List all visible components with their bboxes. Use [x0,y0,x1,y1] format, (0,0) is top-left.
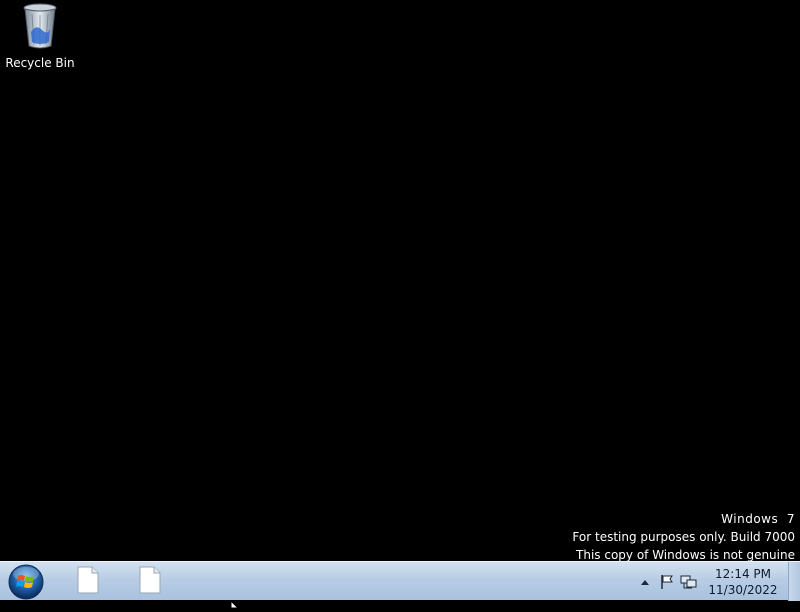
blank-document-icon [76,566,100,598]
taskbar-pinned-item-1[interactable] [60,565,116,599]
taskbar-pinned-item-2[interactable] [122,565,178,599]
recycle-bin-label: Recycle Bin [5,56,75,70]
watermark-build-text: For testing purposes only. Build 7000 [572,530,795,544]
mouse-cursor-icon [230,593,240,609]
system-clock[interactable]: 12:14 PM 11/30/2022 [700,566,786,598]
windows-logo-icon [5,564,47,605]
taskbar: 12:14 PM 11/30/2022 [0,561,800,601]
action-center-flag-icon[interactable] [656,572,678,592]
desktop[interactable]: Recycle Bin Windows 7 For testing purpos… [0,0,800,564]
clock-time: 12:14 PM [715,566,771,581]
recycle-bin-shortcut[interactable]: Recycle Bin [4,2,76,72]
clock-date: 11/30/2022 [708,582,778,597]
notification-area: 12:14 PM 11/30/2022 [634,562,786,601]
windows-watermark: Windows 7 For testing purposes only. Bui… [572,510,795,564]
show-hidden-icons-arrow[interactable] [634,572,656,592]
show-desktop-button[interactable] [788,562,800,601]
watermark-os-name: Windows 7 [721,512,795,526]
start-button[interactable] [5,563,47,601]
blank-document-icon [138,566,162,598]
recycle-bin-icon [22,2,58,50]
network-icon[interactable] [678,572,700,592]
